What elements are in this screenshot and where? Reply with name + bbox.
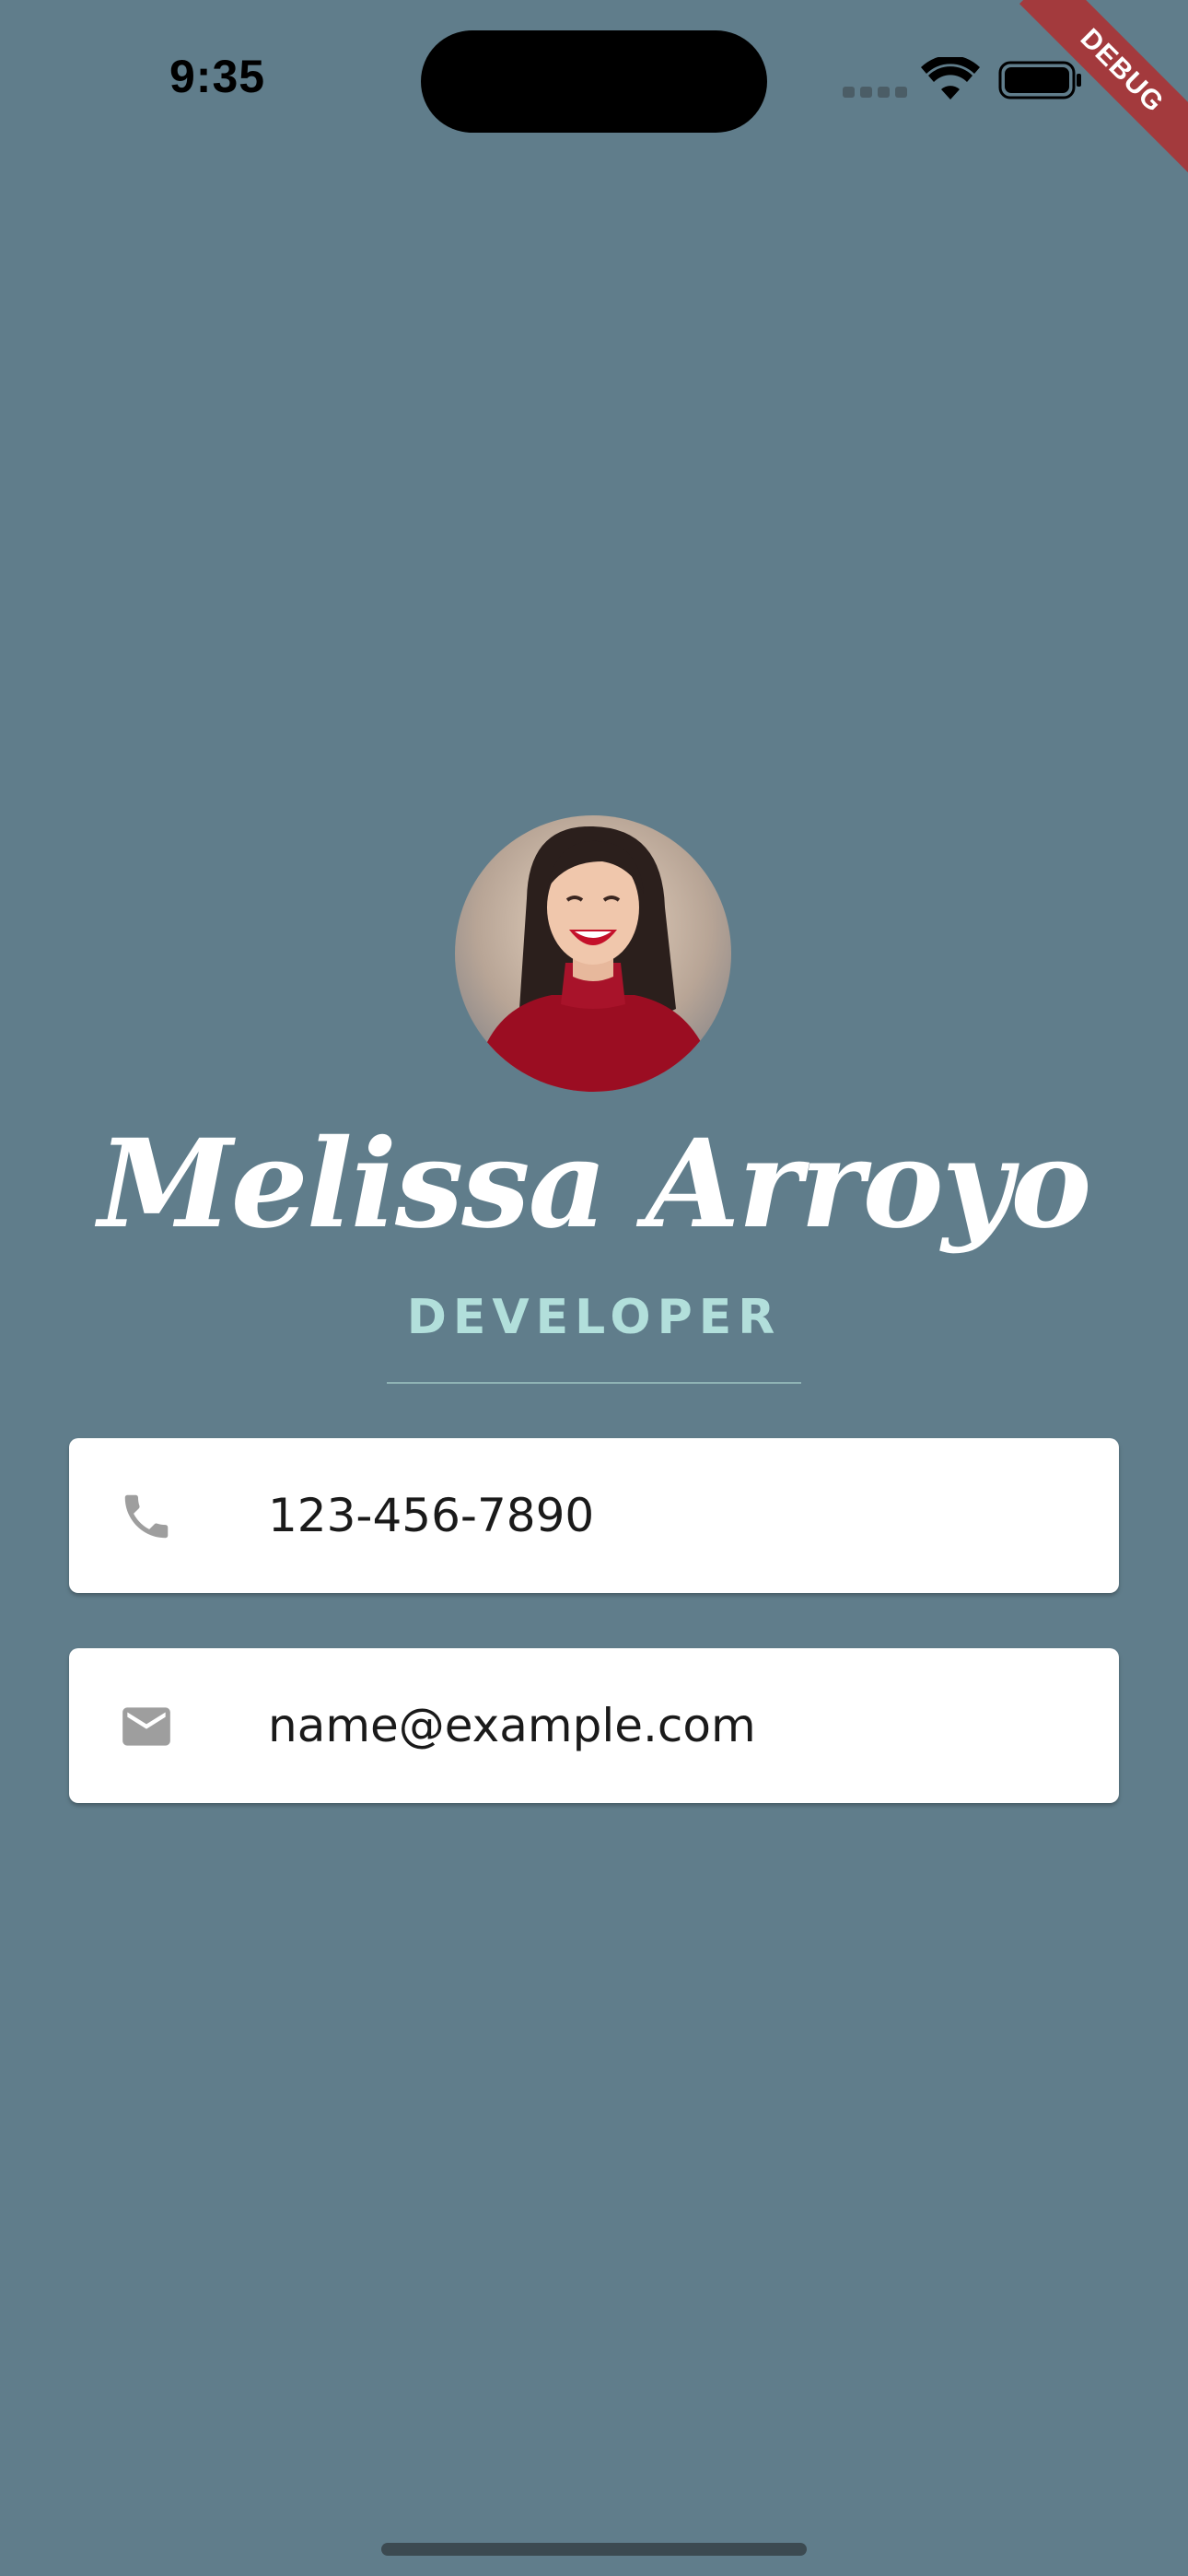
mail-icon	[122, 1707, 170, 1746]
status-time: 9:35	[169, 51, 266, 102]
wifi-icon	[921, 57, 980, 100]
profile-title: DEVELOPER	[406, 1290, 782, 1345]
dynamic-island	[421, 30, 767, 133]
phone-card[interactable]: 123-456-7890	[69, 1438, 1119, 1593]
battery-icon	[998, 61, 1081, 100]
email-address: name@example.com	[268, 1699, 756, 1752]
profile-name: Melissa Arroyo	[98, 1113, 1092, 1256]
profile-photo	[455, 815, 731, 1092]
phone-number: 123-456-7890	[268, 1489, 595, 1542]
home-indicator[interactable]	[381, 2543, 807, 2556]
cellular-signal-icon	[843, 87, 907, 98]
phone-icon	[124, 1494, 169, 1539]
divider	[387, 1382, 801, 1384]
avatar	[455, 815, 731, 1092]
email-card[interactable]: name@example.com	[69, 1648, 1119, 1803]
